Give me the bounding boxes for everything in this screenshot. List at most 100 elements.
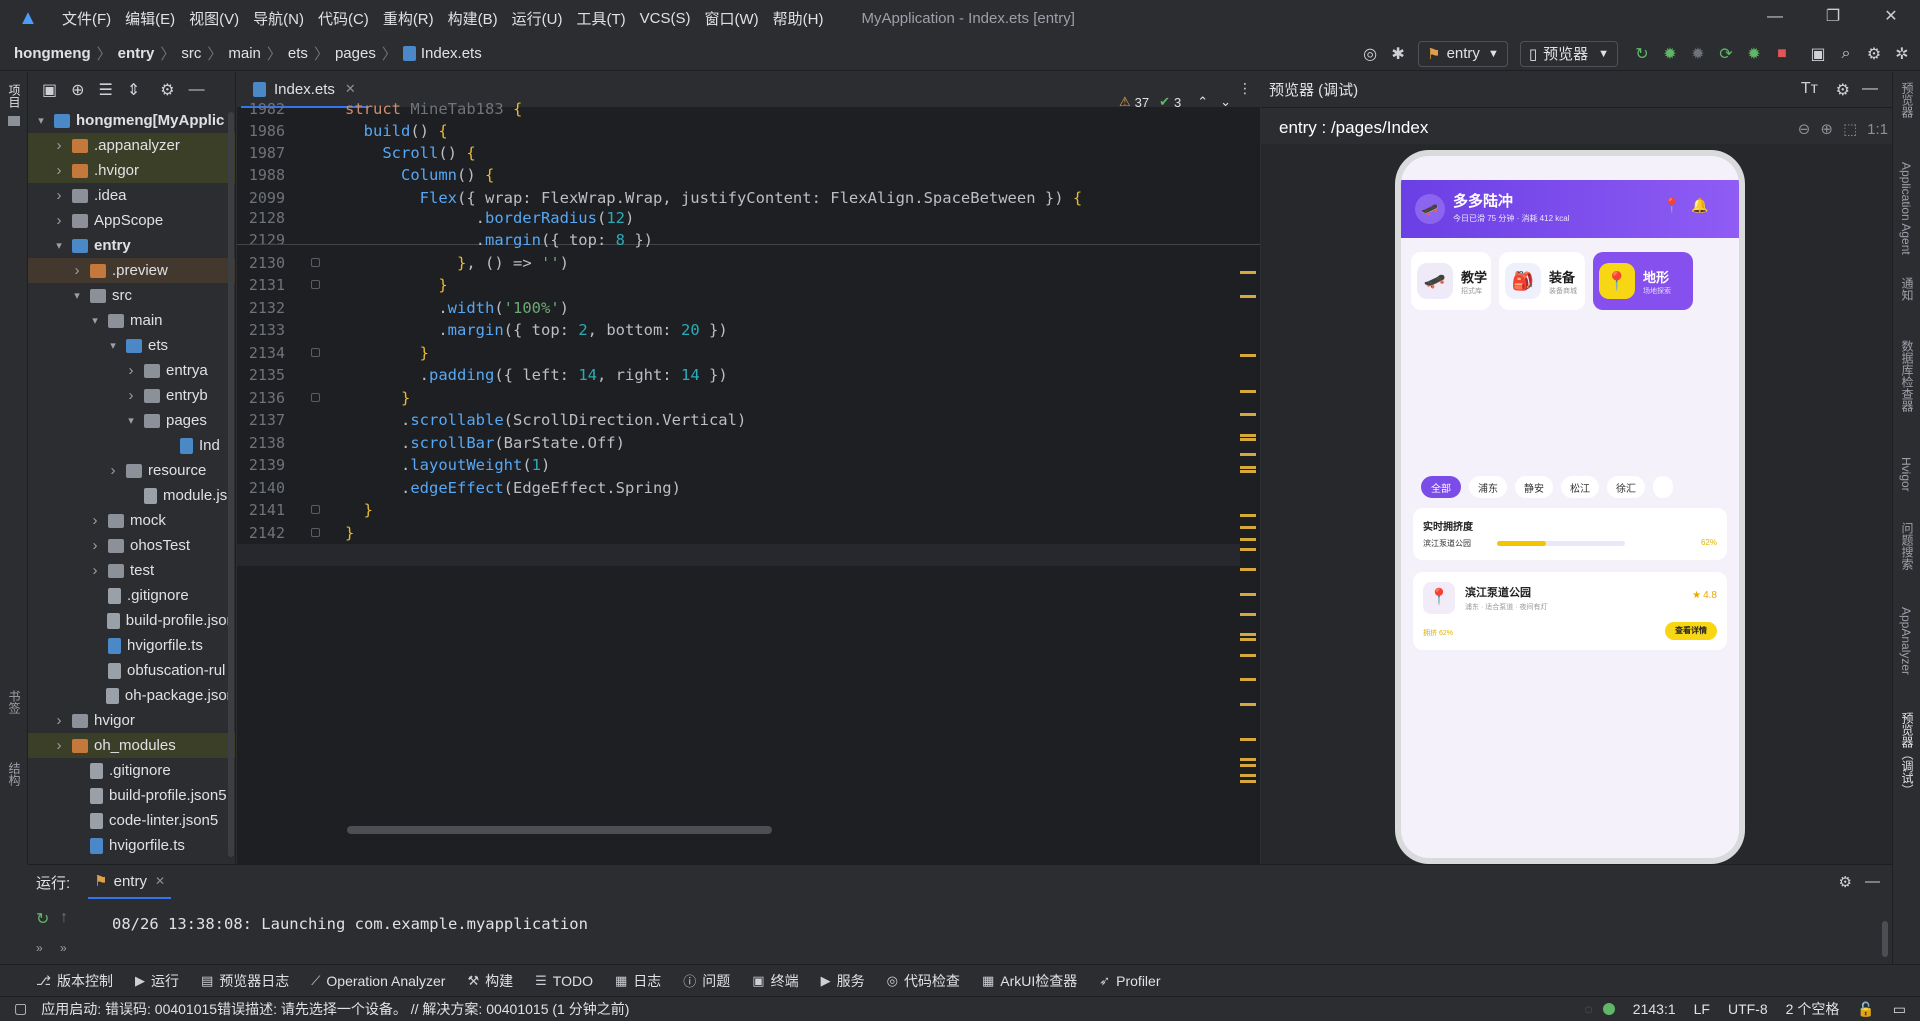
fold-marker-icon[interactable] — [311, 280, 320, 289]
fold-marker-icon[interactable] — [311, 505, 320, 514]
chevron-down-icon[interactable]: ▾ — [34, 114, 48, 127]
breadcrumb-main[interactable]: main — [228, 45, 261, 62]
warning-stripe-mark[interactable] — [1240, 738, 1256, 741]
locate-icon[interactable]: ⊕ — [71, 80, 84, 100]
warning-stripe-mark[interactable] — [1240, 438, 1256, 441]
chevron-right-icon[interactable]: › — [88, 562, 102, 579]
spot-card[interactable]: 📍 滨江泵道公园 浦东 · 适合泵道 · 夜间有灯 ★ 4.8 拥挤 62% 查看… — [1413, 572, 1727, 650]
chip-xuhui[interactable]: 徐汇 — [1607, 476, 1645, 498]
hide-panel-icon[interactable]: — — [189, 81, 205, 99]
horizontal-scrollbar[interactable] — [347, 826, 772, 834]
tool-window-button[interactable]: ▦ ArkUI检查器 — [982, 971, 1077, 991]
run-tab-entry[interactable]: ⚑ entry ✕ — [88, 865, 172, 899]
tree-item[interactable]: ▾ main — [28, 308, 235, 333]
status-panel-icon[interactable]: ▢ — [14, 1000, 27, 1017]
tool-window-button[interactable]: ➶ Profiler — [1099, 973, 1160, 989]
tree-item[interactable]: code-linter.json5 — [28, 808, 235, 833]
warning-stripe-mark[interactable] — [1240, 390, 1256, 393]
chip-all[interactable]: 全部 — [1421, 476, 1461, 498]
tree-item[interactable]: › entrya — [28, 358, 235, 383]
chevron-down-icon[interactable]: ▾ — [70, 289, 84, 302]
run-config-dropdown[interactable]: ⚑ entry ▼ — [1418, 40, 1508, 67]
chevron-down-icon[interactable]: ▾ — [88, 314, 102, 327]
structure-tool-button[interactable]: 结构 — [6, 762, 23, 786]
read-only-icon[interactable]: 🔓 — [1857, 1001, 1874, 1018]
warning-stripe-mark[interactable] — [1240, 453, 1256, 456]
zoom-in-icon[interactable]: ⊕ — [1820, 120, 1833, 138]
application-agent-tool-button[interactable]: Application Agent — [1899, 162, 1913, 255]
hide-run-panel-icon[interactable]: — — [1865, 873, 1880, 890]
menu-edit[interactable]: 编辑(E) — [125, 8, 175, 29]
warning-stripe-mark[interactable] — [1240, 466, 1256, 469]
warning-stripe-mark[interactable] — [1240, 593, 1256, 596]
file-encoding[interactable]: UTF-8 — [1728, 1001, 1768, 1017]
menu-view[interactable]: 视图(V) — [189, 8, 239, 29]
options-gear-icon[interactable]: ⚙ — [160, 80, 174, 100]
tree-item[interactable]: obfuscation-rul — [28, 658, 235, 683]
category-teaching[interactable]: 🛹 教学 招式库 — [1411, 252, 1491, 310]
tree-item[interactable]: .gitignore — [28, 583, 235, 608]
warning-stripe-mark[interactable] — [1240, 703, 1256, 706]
tree-item[interactable]: ▾ pages — [28, 408, 235, 433]
tree-item[interactable]: › oh_modules — [28, 733, 235, 758]
tree-item[interactable]: › ohosTest — [28, 533, 235, 558]
tree-item[interactable]: ▾ entry — [28, 233, 235, 258]
settings-gear-icon[interactable]: ⚙ — [1860, 40, 1888, 68]
category-terrain[interactable]: 📍 地形 场地探索 — [1593, 252, 1693, 310]
category-gear[interactable]: 🎒 装备 装备商城 — [1499, 252, 1585, 310]
tree-item[interactable]: › mock — [28, 508, 235, 533]
warning-stripe-mark[interactable] — [1240, 354, 1256, 357]
issue-search-tool-button[interactable]: 问题搜索 — [1899, 522, 1916, 570]
project-structure-icon[interactable]: ▣ — [1804, 40, 1832, 68]
warning-stripe-mark[interactable] — [1240, 295, 1256, 298]
chevron-right-icon[interactable]: › — [88, 512, 102, 529]
target-icon[interactable]: ◎ — [1356, 40, 1384, 68]
tree-item[interactable]: hvigorfile.ts — [28, 833, 235, 858]
tree-item[interactable]: ▾ ets — [28, 333, 235, 358]
warning-stripe-mark[interactable] — [1240, 271, 1256, 274]
breadcrumb-src[interactable]: src — [181, 45, 201, 62]
location-pin-icon[interactable]: 📍 — [1663, 197, 1680, 214]
appanalyzer-tool-button[interactable]: AppAnalyzer — [1899, 607, 1913, 675]
bell-icon[interactable]: 🔔 — [1691, 197, 1708, 214]
phone-screen[interactable]: 🛹 多多陆冲 今日已滑 75 分钟 · 消耗 412 kcal 📍 🔔 🛹 教学… — [1401, 156, 1739, 858]
status-message[interactable]: 应用启动: 错误码: 00401015错误描述: 请先选择一个设备。 // 解决… — [41, 999, 629, 1019]
tree-item[interactable]: › .hvigor — [28, 158, 235, 183]
warning-stripe-mark[interactable] — [1240, 613, 1256, 616]
tree-item[interactable]: hvigorfile.ts — [28, 633, 235, 658]
rerun-icon[interactable]: ↻ — [36, 909, 49, 929]
warning-stripe-mark[interactable] — [1240, 413, 1256, 416]
previewer-tool-button[interactable]: 预览器 — [1899, 82, 1916, 118]
notifications-tool-button[interactable]: 通知 — [1899, 277, 1916, 301]
tool-window-button[interactable]: ⓘ 问题 — [683, 971, 730, 991]
rerun-icon[interactable]: ↻ — [1628, 40, 1656, 68]
debug-icon[interactable]: ✹ — [1656, 40, 1684, 68]
tool-window-button[interactable]: ▶ 运行 — [135, 971, 179, 991]
expand-icon[interactable]: » — [36, 941, 43, 955]
tree-item[interactable]: module.js — [28, 483, 235, 508]
stop-icon[interactable]: ■ — [1768, 40, 1796, 68]
tree-item[interactable]: build-profile.json — [28, 608, 235, 633]
font-size-icon[interactable]: Tт — [1801, 80, 1818, 98]
layout-icon[interactable]: ▣ — [42, 80, 57, 100]
more-tabs-icon[interactable]: ⋮ — [1238, 80, 1252, 97]
database-inspector-tool-button[interactable]: 数据库检查器 — [1899, 340, 1916, 412]
run-settings-icon[interactable]: ⚙ — [1839, 873, 1852, 891]
caret-position[interactable]: 2143:1 — [1633, 1001, 1676, 1017]
warning-stripe-mark[interactable] — [1240, 514, 1256, 517]
device-dropdown[interactable]: ▯ 预览器 ▼ — [1519, 40, 1618, 67]
tree-item[interactable]: build-profile.json5 — [28, 783, 235, 808]
tree-item[interactable]: › .appanalyzer — [28, 133, 235, 158]
menu-run[interactable]: 运行(U) — [512, 8, 563, 29]
menu-file[interactable]: 文件(F) — [62, 8, 111, 29]
tool-window-button[interactable]: ⟋ Operation Analyzer — [311, 973, 445, 989]
run-scrollbar[interactable] — [1882, 921, 1888, 957]
fold-marker-icon[interactable] — [311, 348, 320, 357]
actual-size-label[interactable]: 1:1 — [1867, 121, 1888, 138]
attach-debugger-icon[interactable]: ✹ — [1684, 40, 1712, 68]
tree-item[interactable]: › test — [28, 558, 235, 583]
memory-indicator-icon[interactable]: ▭ — [1893, 1001, 1906, 1018]
tool-window-button[interactable]: ◎ 代码检查 — [887, 971, 960, 991]
menu-vcs[interactable]: VCS(S) — [640, 10, 691, 27]
collapse-all-icon[interactable]: ⇕ — [127, 80, 140, 100]
